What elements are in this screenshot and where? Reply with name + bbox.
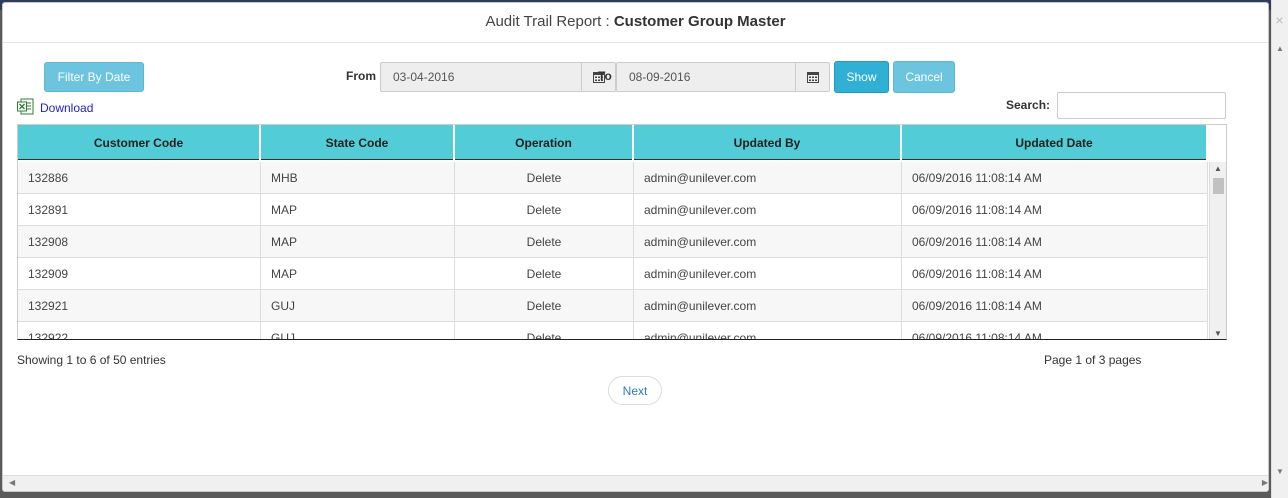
cell-customer-code: 132908 [18,226,261,258]
cell-customer-code: 132909 [18,258,261,290]
cancel-button[interactable]: Cancel [893,61,955,93]
from-date-field[interactable]: 03-04-2016 [380,62,616,92]
show-button[interactable]: Show [834,61,889,93]
cell-updated-date: 06/09/2016 11:08:14 AM [902,194,1208,226]
excel-icon [17,98,34,118]
cell-updated-by: admin@unilever.com [634,258,902,290]
to-date-field[interactable]: 08-09-2016 [616,62,830,92]
cell-operation: Delete [455,162,634,194]
cell-operation: Delete [455,258,634,290]
download-label[interactable]: Download [40,101,93,115]
page-info: Page 1 of 3 pages [1044,353,1142,367]
dialog-title-prefix: Audit Trail Report : [485,13,614,30]
from-label: From [346,69,376,83]
cell-operation: Delete [455,290,634,322]
scroll-up-icon[interactable]: ▲ [1214,164,1222,173]
cell-updated-date: 06/09/2016 11:08:14 AM [902,290,1208,322]
table-row[interactable]: 132909 MAP Delete admin@unilever.com 06/… [18,258,1208,290]
to-date-value[interactable]: 08-09-2016 [617,63,795,91]
cell-operation: Delete [455,322,634,339]
scroll-right-icon[interactable]: ▶ [1262,478,1268,487]
scroll-down-icon[interactable]: ▼ [1276,467,1284,476]
close-icon[interactable]: × [1271,12,1288,28]
next-page-button[interactable]: Next [608,376,662,405]
cell-updated-date: 06/09/2016 11:08:14 AM [902,258,1208,290]
audit-trail-dialog: Audit Trail Report : Customer Group Mast… [2,2,1269,492]
filter-by-date-button[interactable]: Filter By Date [44,62,144,92]
dialog-title: Customer Group Master [613,13,786,30]
page-scrollbar[interactable]: × ▲ ▼ [1271,0,1288,498]
to-label: To [598,69,612,83]
table-header: Customer Code State Code Operation Updat… [18,125,1208,160]
column-header-updated-by[interactable]: Updated By [634,125,902,160]
audit-table: Customer Code State Code Operation Updat… [17,124,1227,340]
cell-state-code: GUJ [261,322,455,339]
cell-state-code: MHB [261,162,455,194]
cell-state-code: MAP [261,194,455,226]
cell-state-code: MAP [261,226,455,258]
scroll-up-icon[interactable]: ▲ [1276,44,1284,53]
scrollbar-thumb[interactable] [1213,178,1224,194]
cell-updated-by: admin@unilever.com [634,226,902,258]
dialog-header: Audit Trail Report : Customer Group Mast… [3,3,1268,43]
entries-info: Showing 1 to 6 of 50 entries [17,353,166,367]
table-body: 132886 MHB Delete admin@unilever.com 06/… [18,162,1208,339]
cell-customer-code: 132922 [18,322,261,339]
cell-updated-by: admin@unilever.com [634,162,902,194]
table-row[interactable]: 132921 GUJ Delete admin@unilever.com 06/… [18,290,1208,322]
cell-customer-code: 132921 [18,290,261,322]
table-row[interactable]: 132886 MHB Delete admin@unilever.com 06/… [18,162,1208,194]
column-header-updated-date[interactable]: Updated Date [902,125,1208,160]
scroll-down-icon[interactable]: ▼ [1214,329,1222,338]
cell-operation: Delete [455,194,634,226]
from-date-value[interactable]: 03-04-2016 [381,63,581,91]
search-input[interactable] [1057,92,1226,119]
search-label: Search: [1006,98,1051,112]
download-link[interactable]: Download [17,98,93,118]
calendar-icon[interactable] [795,63,829,91]
cell-customer-code: 132891 [18,194,261,226]
cell-state-code: GUJ [261,290,455,322]
column-header-operation[interactable]: Operation [455,125,634,160]
cell-updated-by: admin@unilever.com [634,322,902,339]
column-header-customer-code[interactable]: Customer Code [18,125,261,160]
table-row[interactable]: 132908 MAP Delete admin@unilever.com 06/… [18,226,1208,258]
cell-state-code: MAP [261,258,455,290]
table-scrollbar[interactable]: ▲ ▼ [1209,162,1226,339]
cell-updated-date: 06/09/2016 11:08:14 AM [902,322,1208,339]
cell-updated-by: admin@unilever.com [634,194,902,226]
cell-updated-date: 06/09/2016 11:08:14 AM [902,226,1208,258]
cell-customer-code: 132886 [18,162,261,194]
table-row[interactable]: 132891 MAP Delete admin@unilever.com 06/… [18,194,1208,226]
column-header-state-code[interactable]: State Code [261,125,455,160]
cell-updated-by: admin@unilever.com [634,290,902,322]
cell-operation: Delete [455,226,634,258]
cell-updated-date: 06/09/2016 11:08:14 AM [902,162,1208,194]
scroll-left-icon[interactable]: ◀ [9,478,15,487]
table-row[interactable]: 132922 GUJ Delete admin@unilever.com 06/… [18,322,1208,339]
horizontal-scrollbar[interactable]: ◀ ▶ [3,475,1268,491]
